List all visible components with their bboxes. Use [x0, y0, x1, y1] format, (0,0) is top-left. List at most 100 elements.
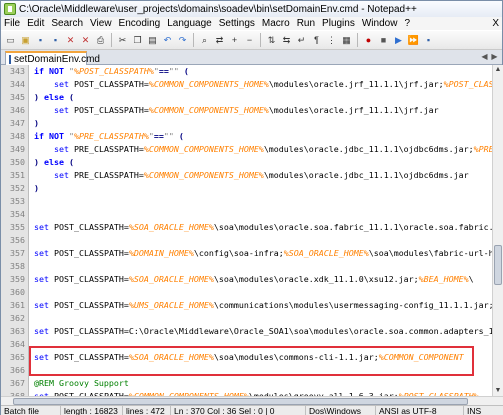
menu-view[interactable]: View [90, 17, 112, 30]
code-token: @REM Groovy Support [34, 378, 129, 388]
code-token: POST_CLASSPATH= [68, 105, 149, 115]
zoom-out-icon[interactable]: − [243, 34, 256, 47]
code-token: %POST_CLASSPATH% [73, 66, 154, 76]
code-line: 345) else ( [1, 91, 492, 104]
line-number: 343 [10, 66, 25, 76]
menu-file[interactable]: File [4, 17, 20, 30]
paste-icon[interactable]: ▤ [146, 34, 159, 47]
record-macro-icon[interactable]: ● [362, 34, 375, 47]
close-document-button[interactable]: X [492, 17, 499, 30]
code-token: ( [178, 131, 184, 141]
code-line: 352) [1, 182, 492, 195]
code-line: 358 [1, 260, 492, 273]
status-eol: Dos\Windows [306, 405, 376, 415]
tab-bar: setDomainEnv.cmd ◀ ▶ [1, 50, 502, 65]
menu-edit[interactable]: Edit [27, 17, 44, 30]
save-all-icon[interactable]: ▪ [49, 34, 62, 47]
replace-icon[interactable]: ⇄ [213, 34, 226, 47]
code-token: ) [34, 157, 44, 167]
line-number: 361 [10, 300, 25, 310]
cut-icon[interactable]: ✂ [116, 34, 129, 47]
menu-settings[interactable]: Settings [219, 17, 255, 30]
sync-horizontal-icon[interactable]: ⇆ [280, 34, 293, 47]
line-number: 346 [10, 105, 25, 115]
line-number: 363 [10, 326, 25, 336]
code-token: set [34, 326, 49, 336]
horizontal-scroll-thumb[interactable] [13, 398, 468, 405]
line-number: 349 [10, 144, 25, 154]
line-number: 353 [10, 196, 25, 206]
toolbar-separator [260, 33, 261, 47]
close-all-icon[interactable]: ✕ [79, 34, 92, 47]
print-icon[interactable]: ⎙ [94, 34, 107, 47]
code-token: set [34, 248, 49, 258]
vertical-scrollbar[interactable]: ▲ ▼ [492, 65, 503, 396]
sync-vertical-icon[interactable]: ⇅ [265, 34, 278, 47]
code-text: set PRE_CLASSPATH=%COMMON_COMPONENTS_HOM… [34, 143, 492, 156]
play-macro-icon[interactable]: ▶ [392, 34, 405, 47]
undo-icon[interactable]: ↶ [161, 34, 174, 47]
horizontal-scrollbar[interactable] [1, 396, 503, 405]
code-token: \communications\modules\usermessaging-co… [213, 300, 492, 310]
code-text: if NOT "%POST_CLASSPATH%"=="" ( [34, 65, 189, 78]
code-line: 367 @REM Groovy Support [1, 377, 492, 390]
code-token: POST_CLASSPATH= [68, 79, 149, 89]
zoom-in-icon[interactable]: + [228, 34, 241, 47]
close-icon[interactable]: ✕ [64, 34, 77, 47]
code-token: set [34, 300, 49, 310]
save-macro-icon[interactable]: ▪ [422, 34, 435, 47]
new-file-icon[interactable]: ▭ [4, 34, 17, 47]
code-token: \soa\modules\oracle.xdk_11.1.0\xsu12.jar… [213, 274, 419, 284]
menu-search[interactable]: Search [51, 17, 83, 30]
menu-window[interactable]: Window [362, 17, 398, 30]
menu-plugins[interactable]: Plugins [322, 17, 355, 30]
code-token: %COMMON_COMPONENTS_HOME% [148, 79, 269, 89]
word-wrap-icon[interactable]: ↵ [295, 34, 308, 47]
window-title: C:\Oracle\Middleware\user_projects\domai… [19, 3, 417, 15]
udl-icon[interactable]: ▦ [340, 34, 353, 47]
code-token: \modules\oracle.jrf_11.1.1\jrf.jar [268, 105, 439, 115]
code-token: set [53, 144, 69, 154]
menu-language[interactable]: Language [167, 17, 212, 30]
menu-help[interactable]: ? [404, 17, 410, 30]
code-token: \soa\modules\fabric-url-ha [368, 248, 492, 258]
menu-run[interactable]: Run [297, 17, 315, 30]
menu-macro[interactable]: Macro [262, 17, 290, 30]
code-line: 348 if NOT "%PRE_CLASSPATH%"=="" ( [1, 130, 492, 143]
show-all-chars-icon[interactable]: ¶ [310, 34, 323, 47]
code-token: ( [183, 66, 189, 76]
code-line: 344 set POST_CLASSPATH=%COMMON_COMPONENT… [1, 78, 492, 91]
redo-icon[interactable]: ↷ [176, 34, 189, 47]
code-token: set [34, 274, 49, 284]
run-macro-icon[interactable]: ⏩ [407, 34, 420, 47]
line-number: 360 [10, 287, 25, 297]
code-token: \modules\oracle.jdbc_11.1.1\ojdbc6dms.ja… [263, 170, 469, 180]
line-number: 357 [10, 248, 25, 258]
menu-encoding[interactable]: Encoding [119, 17, 161, 30]
tab-setdomainenv[interactable]: setDomainEnv.cmd [5, 51, 100, 65]
code-token: "" [168, 66, 184, 76]
code-token: \soa\modules\oracle.soa.fabric_11.1.1\or… [213, 222, 492, 232]
code-token: \ [468, 274, 474, 284]
code-token: set [34, 222, 49, 232]
scroll-down-icon[interactable]: ▼ [493, 386, 503, 396]
code-line: 361 set POST_CLASSPATH=%UMS_ORACLE_HOME%\… [1, 299, 492, 312]
code-text: ) [34, 182, 39, 195]
indent-guide-icon[interactable]: ⋮ [325, 34, 338, 47]
scroll-up-icon[interactable]: ▲ [493, 65, 503, 75]
vertical-scroll-thumb[interactable] [494, 245, 502, 285]
code-token: "" [163, 131, 179, 141]
copy-icon[interactable]: ❐ [131, 34, 144, 47]
save-icon[interactable]: ▪ [34, 34, 47, 47]
code-text: if NOT "%PRE_CLASSPATH%"=="" ( [34, 130, 184, 143]
open-file-icon[interactable]: ▣ [19, 34, 32, 47]
code-token: %SOA_ORACLE_HOME% [128, 222, 214, 232]
code-editor[interactable]: 343 if NOT "%POST_CLASSPATH%"=="" (344 se… [1, 65, 492, 396]
tab-scroll-left-icon[interactable]: ◀ [480, 52, 489, 62]
tab-scroll-right-icon[interactable]: ▶ [490, 52, 499, 62]
stop-macro-icon[interactable]: ■ [377, 34, 390, 47]
find-icon[interactable]: ⌕ [198, 34, 211, 47]
status-filetype: Batch file [1, 405, 61, 415]
code-token: if NOT [34, 131, 69, 141]
